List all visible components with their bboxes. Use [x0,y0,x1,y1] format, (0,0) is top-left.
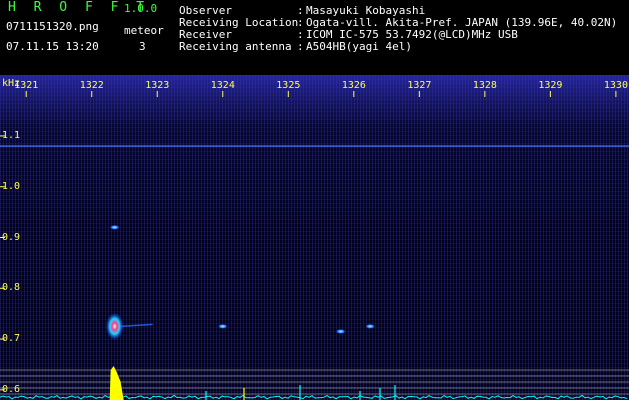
meteor-echo-2 [217,323,228,329]
meteor-echo-1 [109,224,120,230]
x-tick-label-1327: 1327 [407,80,432,91]
x-tick-label-1328: 1328 [472,80,497,91]
signal-trace [0,394,628,400]
x-tick-label-1321: 1321 [14,80,39,91]
x-tick-label-1323: 1323 [145,80,170,91]
meteor-signal-spike [109,366,124,400]
y-tick-label-0.9: 0.9 [2,231,21,243]
x-tick-label-1330: 1330 [603,80,628,91]
x-tick-label-1325: 1325 [276,80,301,91]
x-tick-label-1322: 1322 [79,80,104,91]
y-tick-label-1.1: 1.1 [2,129,21,141]
meteor-echo-4 [365,323,376,329]
y-tick-label-0.7: 0.7 [2,333,21,345]
x-tick-label-1326: 1326 [341,80,366,91]
x-tick-label-1324: 1324 [210,80,235,91]
y-tick-label-0.8: 0.8 [2,282,21,294]
y-tick-label-0.6: 0.6 [2,383,21,395]
meteor-echo-3 [335,328,346,334]
hroft-screen: H R O F F T 1.0.0 0711151320.png 07.11.1… [0,0,629,400]
y-tick-label-1.0: 1.0 [2,180,21,192]
meteor-tail-0 [120,323,153,328]
spectrogram-overlay [0,91,629,400]
x-tick-label-1329: 1329 [538,80,563,91]
